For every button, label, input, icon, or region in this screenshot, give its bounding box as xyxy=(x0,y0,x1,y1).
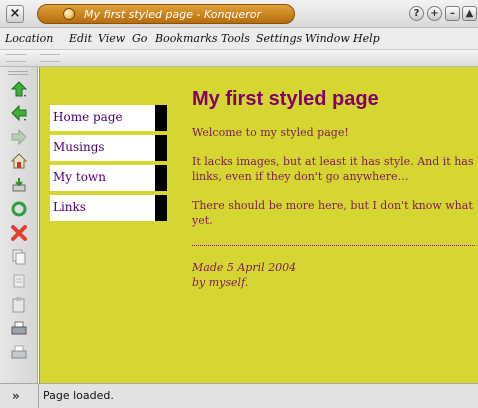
title-bar: × My first styled page - Konqueror ? + –… xyxy=(0,0,478,28)
konqueror-app-icon xyxy=(63,8,75,20)
paste-icon[interactable] xyxy=(9,295,29,315)
menu-view[interactable]: View xyxy=(98,32,125,46)
minimize-button[interactable]: – xyxy=(445,6,460,21)
nav-link-my-town[interactable]: My town xyxy=(53,169,106,185)
nav-link-home-page[interactable]: Home page xyxy=(53,109,123,125)
page-heading: My first styled page xyxy=(192,88,379,110)
back-arrow-icon[interactable] xyxy=(9,103,29,123)
menu-settings[interactable]: Settings xyxy=(256,32,302,46)
forward-arrow-icon[interactable] xyxy=(9,127,29,147)
menu-edit[interactable]: Edit xyxy=(69,32,92,46)
toolbar-grip[interactable] xyxy=(6,54,26,62)
stop-icon[interactable] xyxy=(9,223,29,243)
more-paragraph: There should be more here, but I don't k… xyxy=(192,199,473,227)
nav-link-links[interactable]: Links xyxy=(53,199,86,215)
expand-chevron-icon[interactable]: » xyxy=(12,389,20,403)
window-close-button[interactable]: × xyxy=(6,5,24,23)
footer-date: Made 5 April 2004 xyxy=(192,261,297,274)
nav-item-links: Links xyxy=(50,195,167,221)
vertical-toolbar xyxy=(0,67,38,383)
help-button[interactable]: ? xyxy=(409,6,424,21)
page-footer: Made 5 April 2004 by myself. xyxy=(192,260,475,290)
site-nav: Home page Musings My town Links xyxy=(50,105,167,225)
toolbar-grip[interactable] xyxy=(8,71,28,75)
footer-author: by myself. xyxy=(192,276,249,289)
menu-help[interactable]: Help xyxy=(353,32,380,46)
welcome-paragraph: Welcome to my styled page! xyxy=(192,126,349,139)
nav-item-my-town: My town xyxy=(50,165,167,191)
reload-icon[interactable] xyxy=(9,199,29,219)
copy-icon[interactable] xyxy=(9,247,29,267)
shade-button[interactable]: ▲ xyxy=(462,6,477,21)
up-arrow-icon[interactable] xyxy=(9,79,29,99)
status-text: Page loaded. xyxy=(43,389,114,402)
menu-window[interactable]: Window xyxy=(305,32,350,46)
home-icon[interactable] xyxy=(9,151,29,171)
nav-item-home: Home page xyxy=(50,105,167,131)
menu-bookmarks[interactable]: Bookmarks xyxy=(155,32,218,46)
nav-item-musings: Musings xyxy=(50,135,167,161)
toolbar-strip xyxy=(0,50,478,67)
maximize-button[interactable]: + xyxy=(427,6,442,21)
style-paragraph: It lacks images, but at least it has sty… xyxy=(192,155,474,183)
footer-divider xyxy=(192,245,475,246)
save-icon[interactable] xyxy=(9,175,29,195)
print-icon[interactable] xyxy=(9,319,29,339)
nav-link-musings[interactable]: Musings xyxy=(53,139,105,155)
menu-go[interactable]: Go xyxy=(132,32,147,46)
menu-tools[interactable]: Tools xyxy=(221,32,250,46)
menu-location[interactable]: Location xyxy=(5,32,53,46)
print-preview-icon[interactable] xyxy=(9,343,29,363)
cut-icon[interactable] xyxy=(9,271,29,291)
window-title: My first styled page - Konqueror xyxy=(84,8,261,21)
window-title-pill[interactable]: My first styled page - Konqueror xyxy=(37,4,295,24)
status-bar: » Page loaded. xyxy=(0,383,478,408)
page-viewport[interactable]: Home page Musings My town Links My first… xyxy=(39,67,478,383)
menu-bar: Location Edit View Go Bookmarks Tools Se… xyxy=(0,28,478,50)
status-separator xyxy=(38,384,39,408)
toolbar-grip[interactable] xyxy=(40,54,60,62)
